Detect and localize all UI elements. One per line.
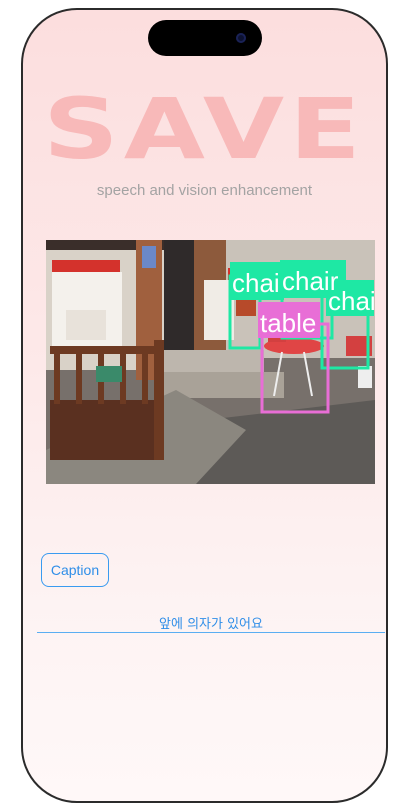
dynamic-island [148,20,262,56]
detection-image: chai chair chair table [46,240,375,484]
detection-label: chair [328,286,375,316]
detection-image-svg: chai chair chair table [46,240,375,484]
camera-icon [236,33,246,43]
detection-label: chai [232,268,280,298]
detection-label: table [260,308,316,338]
result-divider [37,632,385,633]
caption-result-text: 앞에 의자가 있어요 [159,617,263,632]
app-logo: SAVE [43,80,366,178]
app-tagline: speech and vision enhancement [96,182,313,199]
caption-button[interactable]: Caption [41,553,109,587]
phone-frame: SAVE speech and vision enhancement chai … [21,8,388,803]
